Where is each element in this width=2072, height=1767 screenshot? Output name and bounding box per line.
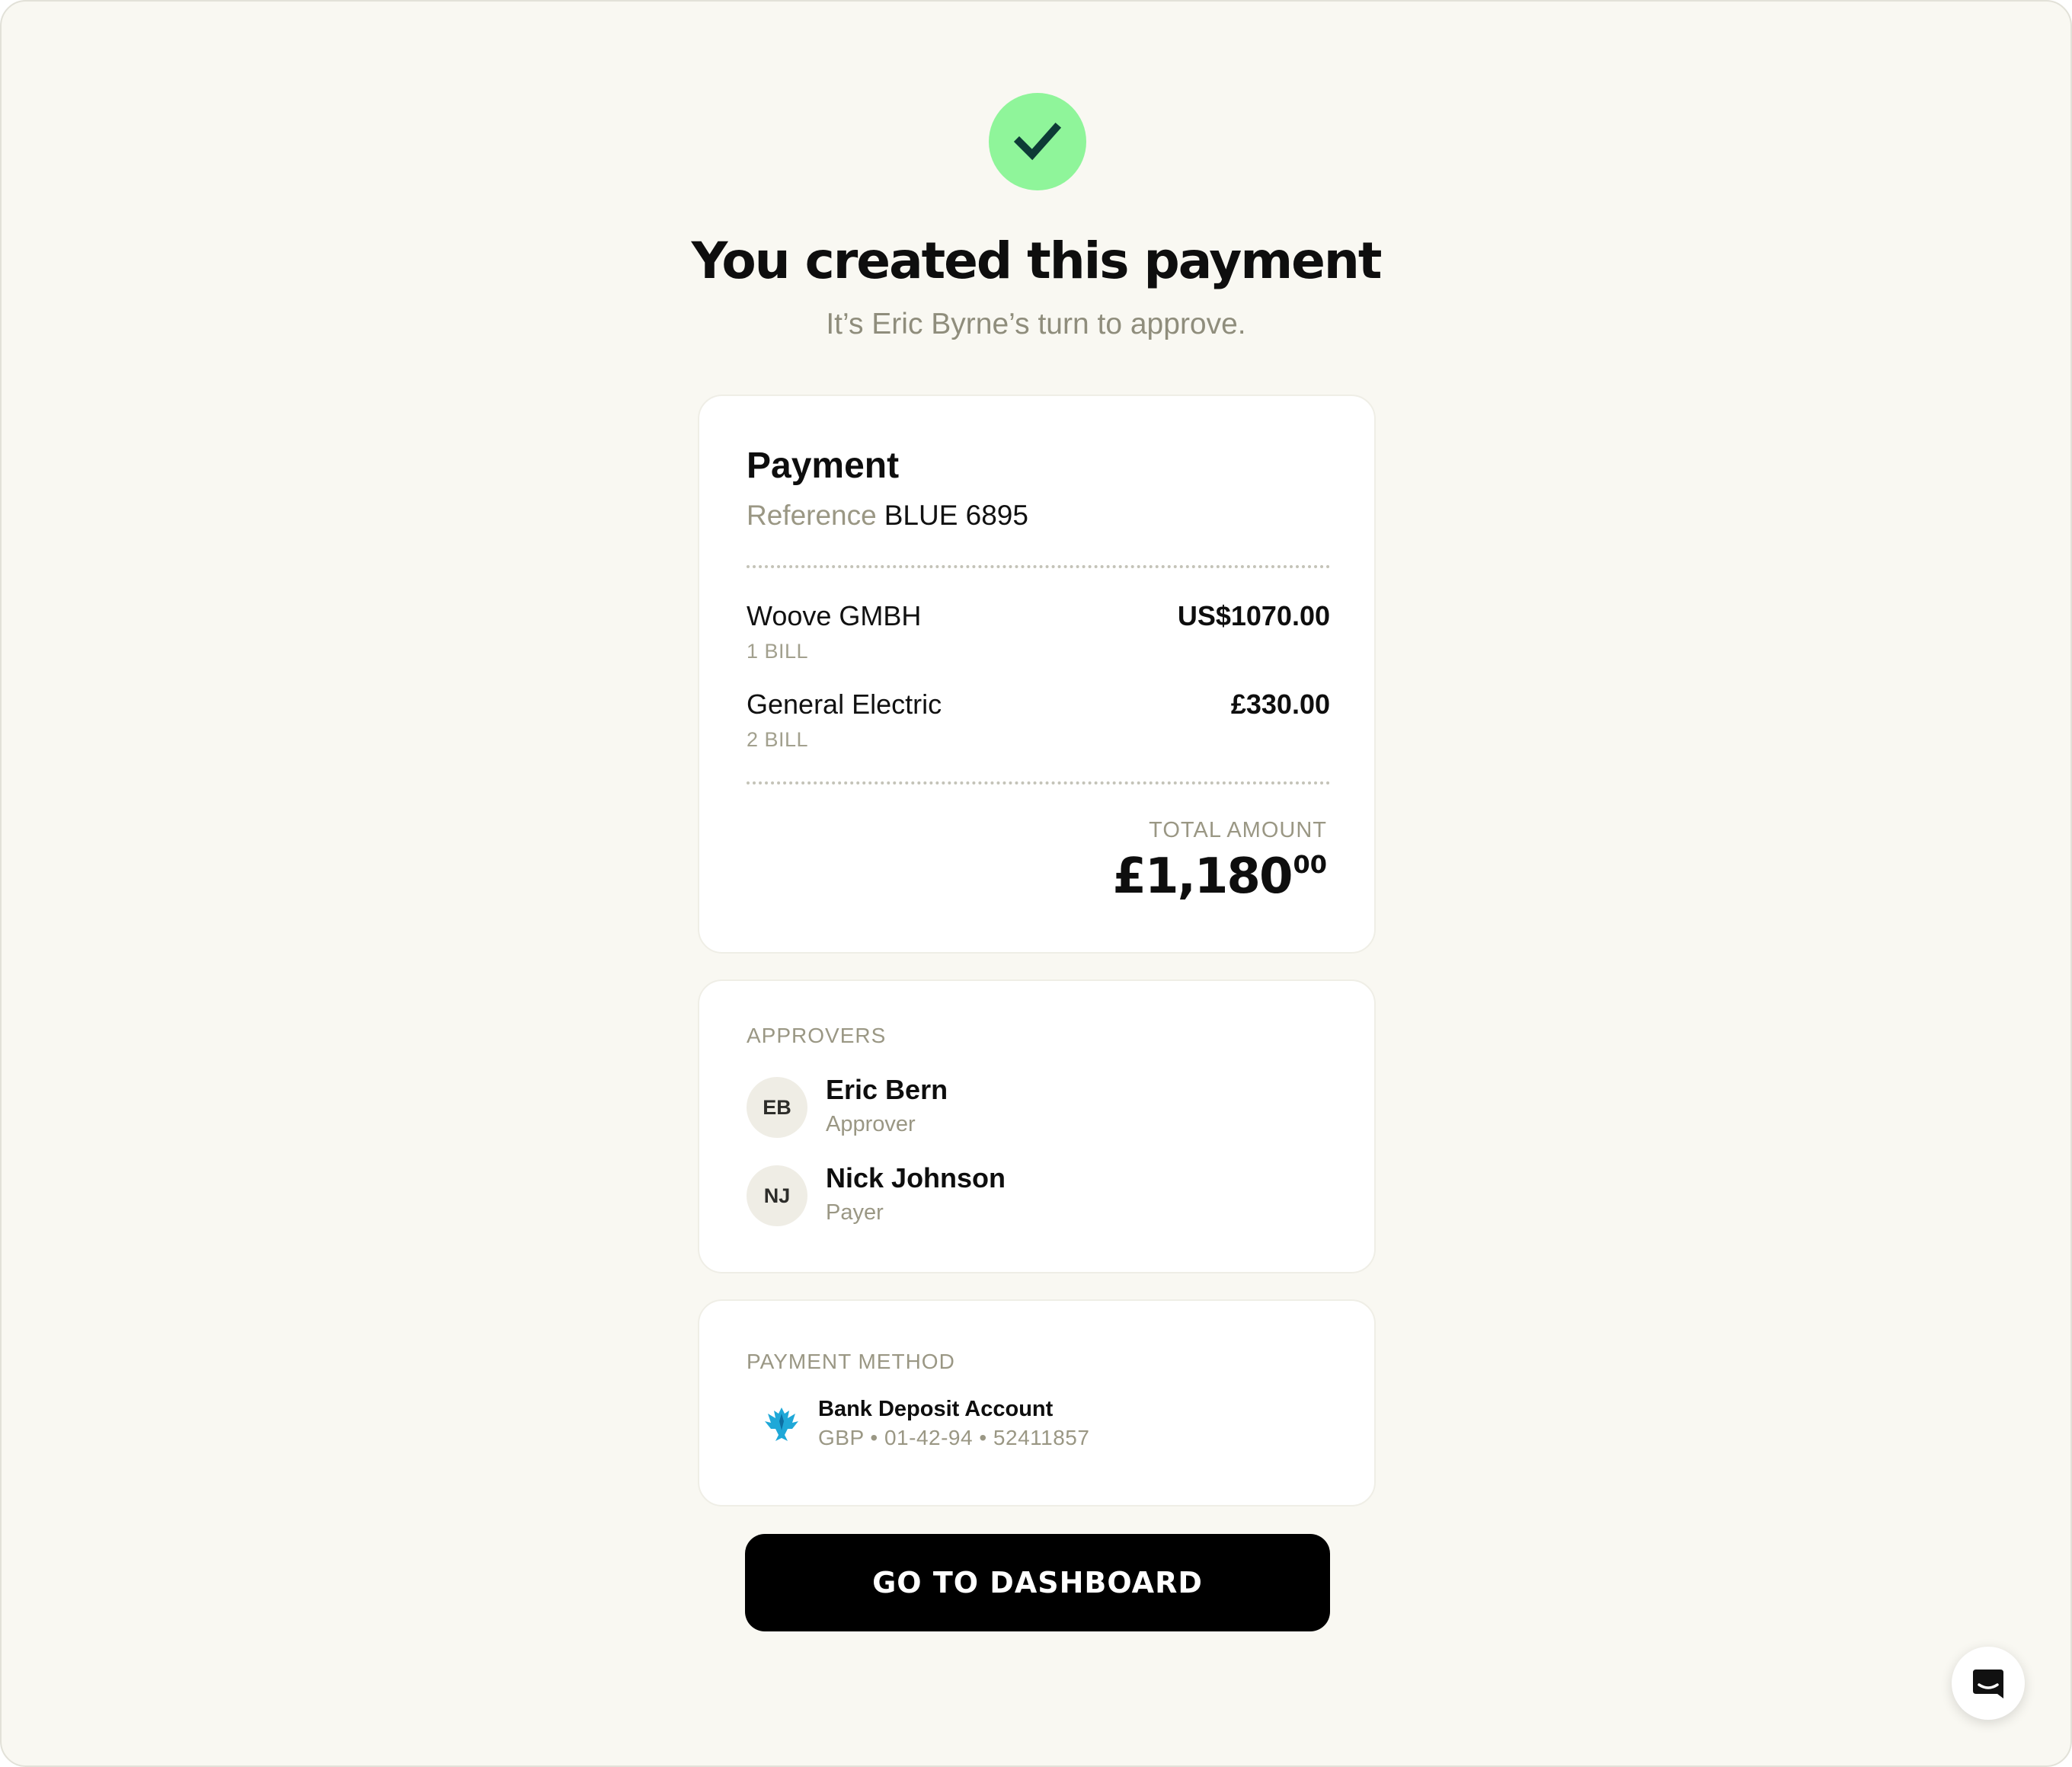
- reference-value: BLUE 6895: [884, 500, 1028, 531]
- divider: [747, 781, 1330, 784]
- bank-account-name: Bank Deposit Account: [818, 1397, 1054, 1421]
- approver-role: Payer: [826, 1200, 884, 1225]
- approver-name: Eric Bern: [826, 1074, 948, 1105]
- total-amount-cents: 00: [1293, 850, 1327, 879]
- go-to-dashboard-button[interactable]: GO TO DASHBOARD: [745, 1534, 1330, 1631]
- eagle-bank-icon: [765, 1408, 798, 1441]
- reference-label: Reference: [747, 500, 877, 531]
- approver-row: EB Eric Bern Approver: [747, 1074, 1330, 1139]
- approver-role: Approver: [826, 1112, 916, 1136]
- payee-name: Woove GMBH: [747, 600, 922, 631]
- approver-row: NJ Nick Johnson Payer: [747, 1162, 1330, 1228]
- page-subtitle: It’s Eric Byrne’s turn to approve.: [826, 308, 1246, 340]
- payee-amount: £330.00: [1230, 689, 1330, 720]
- payee-line-item: Woove GMBH 1 BILL US$1070.00: [747, 600, 1330, 669]
- payment-method-card: PAYMENT METHOD Bank Deposit Account GBP …: [698, 1299, 1376, 1507]
- bill-count: 1 BILL: [747, 640, 809, 663]
- total-amount-label: TOTAL AMOUNT: [1149, 818, 1327, 842]
- success-check-icon: [989, 93, 1086, 190]
- payee-name: General Electric: [747, 689, 942, 720]
- total-amount-value: £1,18000: [1113, 850, 1328, 903]
- bank-account-details: GBP • 01-42-94 • 52411857: [818, 1426, 1090, 1449]
- payment-card-title: Payment: [747, 446, 900, 486]
- payee-line-item: General Electric 2 BILL £330.00: [747, 689, 1330, 757]
- avatar: NJ: [747, 1165, 807, 1226]
- total-amount-main: £1,180: [1112, 848, 1293, 905]
- approver-name: Nick Johnson: [826, 1162, 1006, 1193]
- payee-amount: US$1070.00: [1177, 600, 1330, 631]
- approvers-label: APPROVERS: [747, 1024, 887, 1047]
- check-icon: [1013, 122, 1062, 161]
- payment-method-label: PAYMENT METHOD: [747, 1350, 955, 1373]
- approvers-card: APPROVERS EB Eric Bern Approver NJ Nick …: [698, 979, 1376, 1273]
- page-title: You created this payment: [691, 232, 1383, 290]
- bill-count: 2 BILL: [747, 728, 809, 751]
- avatar: EB: [747, 1077, 807, 1138]
- chat-icon: [1973, 1670, 2003, 1698]
- payment-summary-card: Payment Reference BLUE 6895 Woove GMBH 1 …: [698, 395, 1376, 954]
- app-frame: You created this payment It’s Eric Byrne…: [0, 0, 2072, 1767]
- chat-launcher-button[interactable]: [1952, 1647, 2025, 1720]
- payment-reference: Reference BLUE 6895: [747, 500, 1028, 532]
- divider: [747, 565, 1330, 568]
